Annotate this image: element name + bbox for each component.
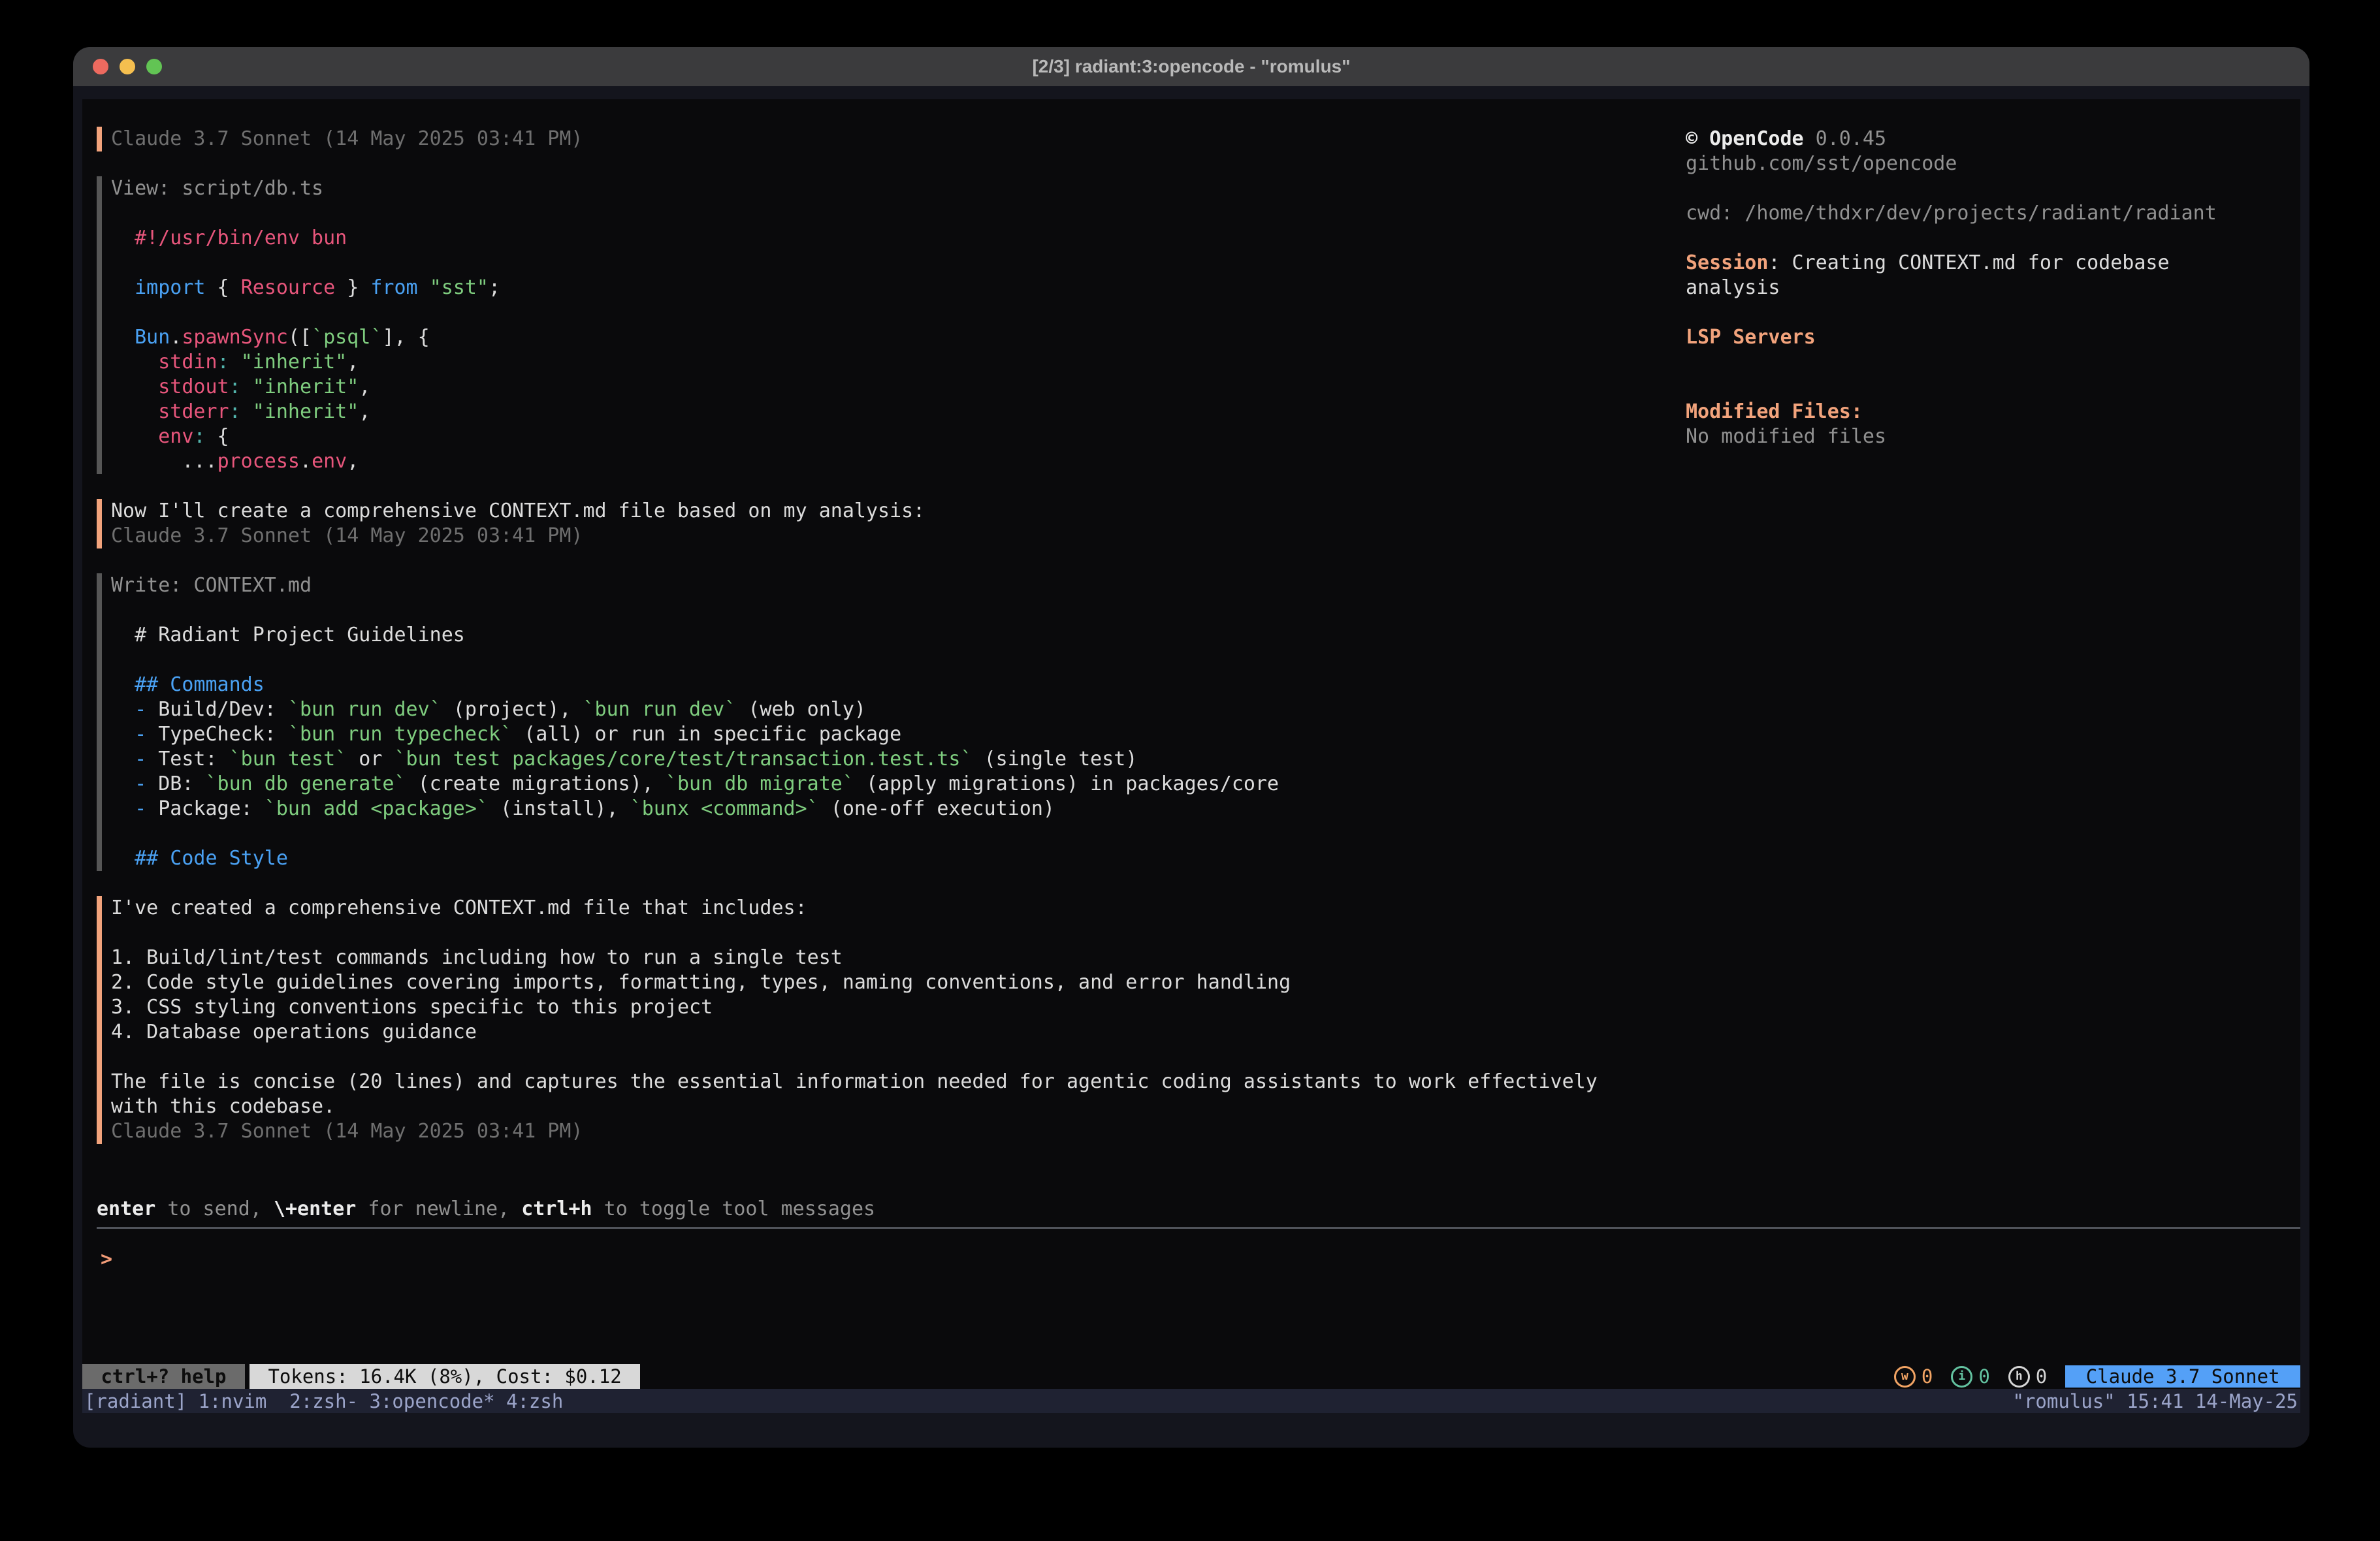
text-line [111,598,1279,623]
text-line: stdin: "inherit", [111,350,500,375]
tmux-window-list[interactable]: [radiant] 1:nvim 2:zsh- 3:opencode* 4:zs… [82,1390,563,1412]
input-divider [97,1227,2300,1229]
text-line: #!/usr/bin/env bun [111,226,500,251]
text-line [1686,350,2309,375]
text-line [1686,226,2309,251]
text-line: # Radiant Project Guidelines [111,623,1279,648]
hints-indicator: h0 [2008,1365,2047,1388]
close-button-icon[interactable] [93,59,108,74]
text-line [111,251,500,276]
text-line: Write: CONTEXT.md [111,573,1279,598]
tmux-status-bar: [radiant] 1:nvim 2:zsh- 3:opencode* 4:zs… [82,1389,2300,1413]
w-circle-icon: w [1894,1366,1916,1388]
text-line: 2. Code style guidelines covering import… [111,970,1598,995]
i-circle-icon: i [1951,1366,1972,1388]
text-line [111,300,500,325]
indicator-count: 0 [1978,1365,1989,1388]
text-line [1686,375,2309,400]
text-line: Now I'll create a comprehensive CONTEXT.… [111,499,925,524]
text-line: © OpenCode 0.0.45 [1686,127,2309,151]
text-line: github.com/sst/opencode [1686,151,2309,176]
text-line: No modified files [1686,424,2309,449]
text-line: Modified Files: [1686,400,2309,424]
prompt-input[interactable]: > [101,1247,112,1272]
desktop: [2/3] radiant:3:opencode - "romulus" Cla… [0,0,2380,1541]
text-line: 3. CSS styling conventions specific to t… [111,995,1598,1020]
text-line: - Build/Dev: `bun run dev` (project), `b… [111,697,1279,722]
text-line: 4. Database operations guidance [111,1020,1598,1045]
chat-scroll-region[interactable]: Claude 3.7 Sonnet (14 May 2025 03:41 PM)… [97,127,1598,1144]
text-line: ## Code Style [111,846,1279,871]
text-line [111,648,1279,673]
text-line: - Package: `bun add <package>` (install)… [111,797,1279,821]
text-line [1686,300,2309,325]
text-line: Claude 3.7 Sonnet (14 May 2025 03:41 PM) [111,127,583,151]
minimize-button-icon[interactable] [120,59,135,74]
tokens-cost-chip: Tokens: 16.4K (8%), Cost: $0.12 [249,1364,640,1389]
text-line: import { Resource } from "sst"; [111,276,500,300]
text-line: I've created a comprehensive CONTEXT.md … [111,896,1598,921]
text-line: View: script/db.ts [111,176,500,201]
zoom-button-icon[interactable] [146,59,162,74]
text-line: Claude 3.7 Sonnet (14 May 2025 03:41 PM) [111,1119,1598,1144]
terminal-window: [2/3] radiant:3:opencode - "romulus" Cla… [73,47,2309,1448]
warnings-indicator: w0 [1894,1365,1933,1388]
window-title: [2/3] radiant:3:opencode - "romulus" [1032,56,1350,77]
text-line: cwd: /home/thdxr/dev/projects/radiant/ra… [1686,201,2309,226]
text-line [111,1045,1598,1070]
text-line: - DB: `bun db generate` (create migratio… [111,772,1279,797]
text-line: LSP Servers [1686,325,2309,350]
tool-output-block-view: View: script/db.ts #!/usr/bin/env bun im… [97,176,500,474]
text-line [111,921,1598,945]
text-line: Bun.spawnSync([`psql`], { [111,325,500,350]
text-line: stdout: "inherit", [111,375,500,400]
window-titlebar: [2/3] radiant:3:opencode - "romulus" [73,47,2309,86]
text-line [111,201,500,226]
traffic-lights [93,47,162,86]
assistant-message-block: I've created a comprehensive CONTEXT.md … [97,896,1598,1144]
status-right-group: w0i0h0 Claude 3.7 Sonnet [1894,1364,2300,1389]
tool-output-block-write: Write: CONTEXT.md # Radiant Project Guid… [97,573,1279,871]
text-line: 1. Build/lint/test commands including ho… [111,945,1598,970]
text-line: env: { [111,424,500,449]
text-line: Session: Creating CONTEXT.md for codebas… [1686,251,2309,276]
assistant-message-block: Now I'll create a comprehensive CONTEXT.… [97,499,925,548]
text-line: Claude 3.7 Sonnet (14 May 2025 03:41 PM) [111,524,925,548]
text-line: ## Commands [111,673,1279,697]
text-line: stderr: "inherit", [111,400,500,424]
prompt-symbol: > [101,1248,112,1271]
text-line: The file is concise (20 lines) and captu… [111,1070,1598,1094]
text-line [111,821,1279,846]
indicator-count: 0 [1922,1365,1933,1388]
status-left-chips: ctrl+? help Tokens: 16.4K (8%), Cost: $0… [82,1364,640,1389]
info-indicator: i0 [1951,1365,1989,1388]
help-chip: ctrl+? help [82,1364,245,1389]
keybind-hint: enter to send, \+enter for newline, ctrl… [97,1197,875,1222]
text-line: - Test: `bun test` or `bun test packages… [111,747,1279,772]
model-badge: Claude 3.7 Sonnet [2065,1365,2300,1388]
session-sidebar: © OpenCode 0.0.45github.com/sst/opencode… [1686,127,2309,449]
text-line: - TypeCheck: `bun run typecheck` (all) o… [111,722,1279,747]
text-line: analysis [1686,276,2309,300]
h-circle-icon: h [2008,1366,2030,1388]
text-line [1686,176,2309,201]
assistant-message-block: Claude 3.7 Sonnet (14 May 2025 03:41 PM) [97,127,583,151]
text-line: with this codebase. [111,1094,1598,1119]
opencode-app: Claude 3.7 Sonnet (14 May 2025 03:41 PM)… [82,99,2300,1413]
tmux-session-info: "romulus" 15:41 14-May-25 [2013,1390,2301,1412]
indicator-count: 0 [2036,1365,2047,1388]
text-line: ...process.env, [111,449,500,474]
status-bar: ctrl+? help Tokens: 16.4K (8%), Cost: $0… [82,1364,2300,1389]
